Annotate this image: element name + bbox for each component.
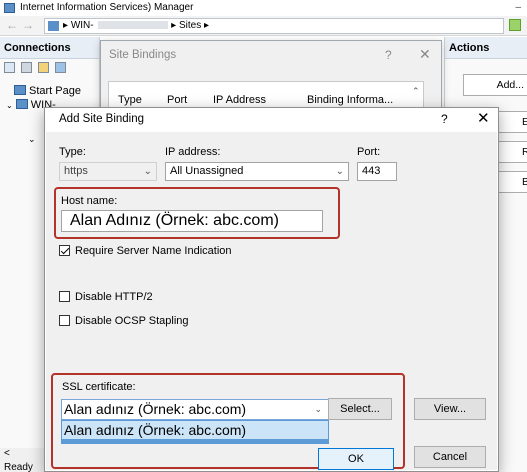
cancel-button[interactable]: Cancel	[414, 446, 486, 468]
breadcrumb-sep: ▸	[171, 20, 177, 31]
back-arrow-icon[interactable]: ←	[6, 18, 18, 32]
connections-toolbar	[0, 59, 99, 77]
status-bar: < Ready	[0, 448, 48, 472]
disable-http2-label: Disable HTTP/2	[75, 291, 153, 303]
disable-ocsp-label: Disable OCSP Stapling	[75, 315, 189, 327]
chevron-down-icon[interactable]: ⌄	[6, 101, 13, 110]
checkbox-checked-icon[interactable]	[59, 245, 70, 256]
breadcrumb-sites[interactable]: Sites	[179, 20, 201, 31]
window-titlebar: Internet Information Services) Manager –	[0, 0, 527, 16]
save-icon[interactable]	[21, 62, 33, 73]
column-header-port[interactable]: Port	[167, 94, 187, 106]
start-page-icon	[14, 85, 26, 95]
refresh-icon[interactable]	[509, 19, 521, 31]
address-breadcrumb[interactable]: ▸ WIN- ▸ Sites ▸	[44, 18, 504, 34]
checkbox-icon[interactable]	[59, 315, 70, 326]
tree-item-start-page[interactable]: Start Page	[14, 85, 81, 97]
folder-icon[interactable]	[38, 62, 50, 73]
host-name-highlight: Host name: Alan Adınız (Örnek: abc.com)	[54, 187, 340, 239]
server-icon	[15, 99, 28, 109]
help-button[interactable]: ?	[441, 112, 448, 126]
actions-header: Actions	[445, 37, 527, 59]
ok-button[interactable]: OK	[318, 448, 394, 470]
help-button[interactable]: ?	[385, 48, 392, 62]
ssl-certificate-option[interactable]: Alan adınız (Örnek: abc.com)	[61, 420, 329, 440]
chevron-down-icon: ⌄	[143, 166, 152, 177]
redacted-server-name	[98, 21, 169, 29]
sni-label: Require Server Name Indication	[75, 245, 232, 257]
dialog-body: Type: https ⌄ IP address: All Unassigned…	[46, 132, 497, 470]
breadcrumb-server[interactable]: WIN-	[71, 20, 94, 31]
action-add-button[interactable]: Add...	[463, 74, 527, 96]
breadcrumb-sep: ▸	[63, 20, 69, 31]
dialog-title: Site Bindings	[109, 49, 177, 61]
ssl-certificate-highlight: SSL certificate: Alan adınız (Örnek: abc…	[51, 373, 405, 470]
window-title: Internet Information Services) Manager	[20, 2, 194, 13]
column-header-binding[interactable]: Binding Informa...	[307, 94, 393, 106]
checkbox-icon[interactable]	[59, 291, 70, 302]
iis-app-icon	[4, 3, 15, 13]
column-header-type[interactable]: Type	[118, 94, 142, 106]
chevron-down-icon: ⌄	[314, 404, 322, 414]
close-icon[interactable]: ✕	[419, 46, 431, 63]
close-icon[interactable]: ✕	[477, 109, 490, 127]
add-site-binding-dialog: Add Site Binding ? ✕ Type: https ⌄ IP ad…	[44, 107, 499, 472]
server-icon	[48, 21, 59, 31]
sni-checkbox[interactable]: Require Server Name Indication	[59, 245, 232, 257]
view-certificate-button[interactable]: View...	[414, 398, 486, 420]
globe-icon[interactable]	[4, 62, 15, 73]
connect-icon[interactable]	[55, 62, 67, 73]
port-input[interactable]: 443	[357, 162, 397, 181]
select-certificate-button[interactable]: Select...	[328, 398, 392, 420]
host-name-input[interactable]: Alan Adınız (Örnek: abc.com)	[61, 210, 323, 232]
disable-http2-checkbox[interactable]: Disable HTTP/2	[59, 291, 153, 303]
column-header-ip[interactable]: IP Address	[213, 94, 266, 106]
status-text: Ready	[4, 462, 33, 472]
host-name-label: Host name:	[61, 195, 118, 207]
ssl-certificate-label: SSL certificate:	[62, 381, 136, 393]
chevron-down-icon[interactable]: ⌄	[28, 134, 36, 145]
ssl-certificate-value: Alan adınız (Örnek: abc.com)	[64, 401, 247, 417]
ip-address-select[interactable]: All Unassigned ⌄	[165, 162, 349, 181]
ssl-certificate-select[interactable]: Alan adınız (Örnek: abc.com) ⌄	[61, 399, 329, 420]
address-bar: ← → ▸ WIN- ▸ Sites ▸	[0, 16, 527, 36]
ip-address-label: IP address:	[165, 146, 221, 158]
port-label: Port:	[357, 146, 381, 158]
dropdown-border	[61, 440, 329, 444]
disable-ocsp-checkbox[interactable]: Disable OCSP Stapling	[59, 315, 189, 327]
forward-arrow-icon[interactable]: →	[22, 18, 34, 32]
scroll-left-icon[interactable]: <	[4, 448, 10, 459]
dialog-title: Add Site Binding	[59, 113, 145, 125]
breadcrumb-sep: ▸	[203, 20, 210, 31]
type-value: https	[64, 165, 88, 177]
connections-header: Connections	[0, 37, 99, 59]
ip-address-value: All Unassigned	[170, 165, 244, 177]
type-label: Type:	[59, 146, 86, 158]
type-select[interactable]: https ⌄	[59, 162, 157, 181]
chevron-down-icon: ⌄	[335, 166, 344, 177]
minimize-button[interactable]: –	[515, 0, 521, 16]
scroll-up-icon[interactable]: ⌃	[412, 86, 420, 97]
